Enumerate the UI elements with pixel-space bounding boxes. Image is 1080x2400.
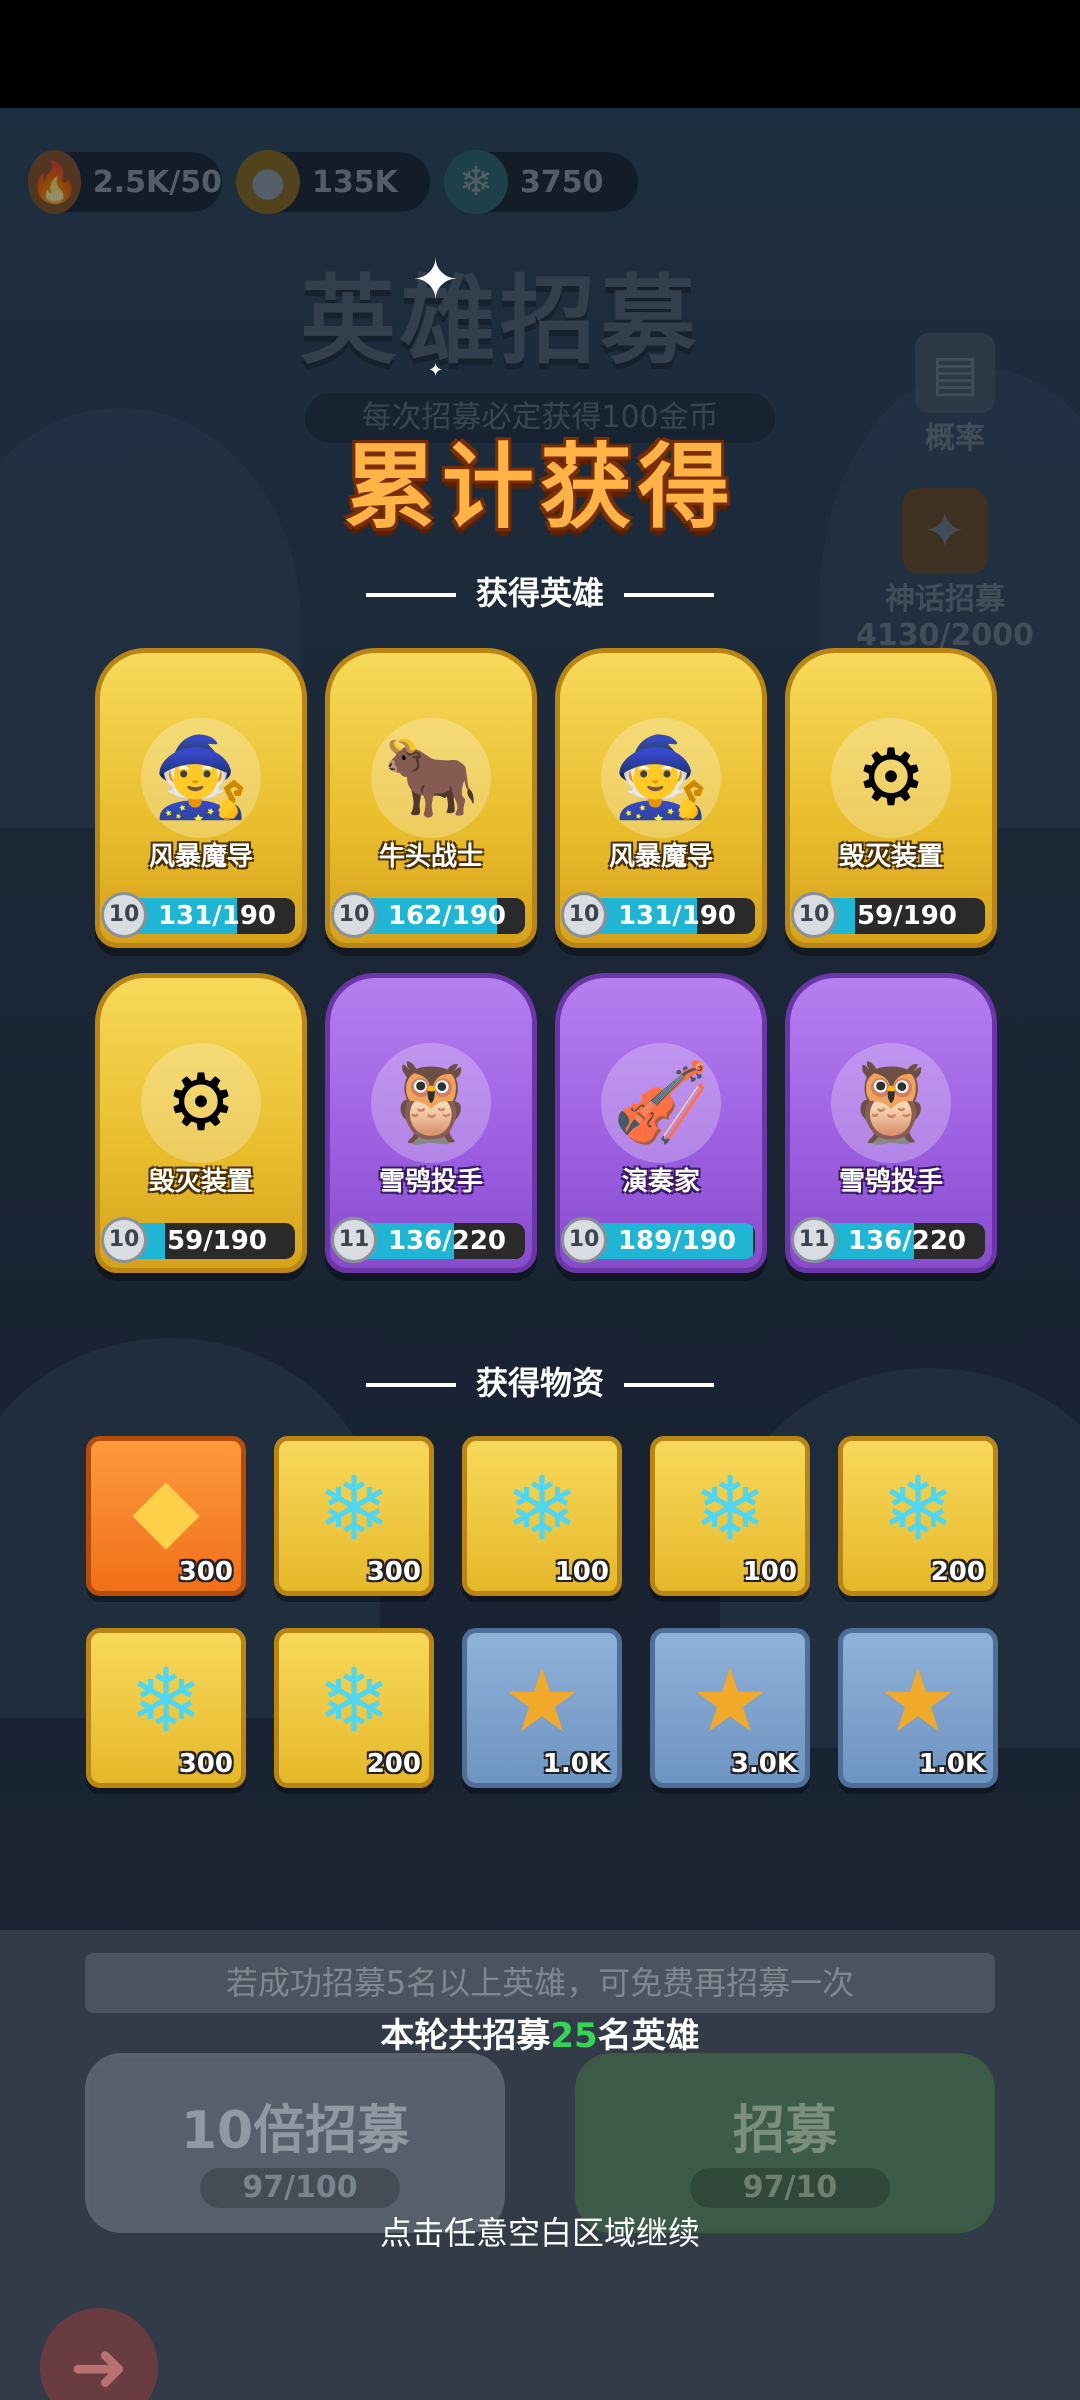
item-quantity: 100 (742, 1557, 797, 1587)
reward-item[interactable]: ❄ 300 (274, 1436, 434, 1596)
reward-item[interactable]: ❄ 200 (274, 1628, 434, 1788)
hero-name: 风暴魔导 (148, 842, 253, 872)
cumulative-reward-title: 累计获得 (343, 434, 736, 541)
hero-card[interactable]: 🐂 牛头战士 10 162/190 (325, 648, 537, 948)
reward-item[interactable]: ❄ 100 (462, 1436, 622, 1596)
hero-level-badge: 10 (561, 892, 607, 938)
hero-card[interactable]: 🦉 雪鸮投手 11 136/220 (325, 973, 537, 1273)
hero-level-badge: 11 (791, 1217, 837, 1263)
coin-icon: ★ (690, 1648, 770, 1752)
ten-recruit-cost: 97/100 (200, 2168, 400, 2208)
hero-shard-count: 136/220 (847, 1226, 967, 1256)
divider (624, 593, 714, 597)
divider (365, 593, 456, 597)
reward-item[interactable]: ★ 3.0K (650, 1628, 810, 1788)
item-quantity: 300 (178, 1749, 233, 1779)
heroes-section-label: 获得英雄 (475, 574, 604, 612)
hero-shard-count: 162/190 (387, 901, 507, 931)
hero-name: 毁灭装置 (838, 842, 943, 872)
recruit-label: 招募 (732, 2101, 837, 2161)
divider (624, 1383, 714, 1387)
hero-name: 雪鸮投手 (838, 1167, 943, 1197)
hero-name: 毁灭装置 (148, 1167, 253, 1197)
crystal-icon: ❄ (505, 1456, 579, 1560)
hero-shard-count: 59/190 (167, 1226, 267, 1256)
heroes-section-header: 获得英雄 (0, 568, 1080, 614)
ten-recruit-label: 10倍招募 (180, 2101, 410, 2161)
hero-card[interactable]: ⚙ 毁灭装置 10 59/190 (785, 648, 997, 948)
reward-item[interactable]: ❄ 300 (86, 1628, 246, 1788)
hero-card[interactable]: 🧙 风暴魔导 10 131/190 (555, 648, 767, 948)
hero-shard-count: 136/220 (387, 1226, 507, 1256)
summary-suffix: 名英雄 (597, 2016, 700, 2056)
items-section-header: 获得物资 (0, 1358, 1080, 1404)
ten-recruit-button[interactable]: 10倍招募 97/100 (85, 2053, 505, 2233)
hero-shard-count: 131/190 (157, 901, 277, 931)
item-quantity: 3.0K (730, 1749, 797, 1779)
hero-card[interactable]: 🧙 风暴魔导 10 131/190 (95, 648, 307, 948)
wizard-icon: 🧙 (601, 718, 721, 838)
hero-card[interactable]: 🎻 演奏家 10 189/190 (555, 973, 767, 1273)
hero-name: 风暴魔导 (608, 842, 713, 872)
hero-card[interactable]: 🦉 雪鸮投手 11 136/220 (785, 973, 997, 1273)
item-quantity: 1.0K (918, 1749, 985, 1779)
hero-name: 牛头战士 (378, 842, 483, 872)
summary-count: 25 (550, 2016, 598, 2056)
hero-shard-count: 189/190 (617, 1226, 737, 1256)
reward-item[interactable]: ★ 1.0K (462, 1628, 622, 1788)
reward-item[interactable]: ❄ 100 (650, 1436, 810, 1596)
cannon-icon: ⚙ (831, 718, 951, 838)
gem-icon: ◆ (132, 1456, 200, 1560)
hero-shard-count: 131/190 (617, 901, 737, 931)
coin-icon: ★ (502, 1648, 582, 1752)
hero-name: 雪鸮投手 (378, 1167, 483, 1197)
hero-level-badge: 10 (331, 892, 377, 938)
bard-icon: 🎻 (601, 1043, 721, 1163)
item-quantity: 200 (930, 1557, 985, 1587)
crystal-icon: ❄ (317, 1648, 391, 1752)
recruit-button[interactable]: 招募 97/10 (575, 2053, 995, 2233)
items-section-label: 获得物资 (475, 1364, 604, 1402)
free-recruit-hint: 若成功招募5名以上英雄，可免费再招募一次 (85, 1953, 995, 2013)
recruit-summary: 本轮共招募25名英雄 (0, 2008, 1080, 2057)
hero-name: 演奏家 (621, 1167, 700, 1197)
item-quantity: 300 (366, 1557, 421, 1587)
owl-icon: 🦉 (371, 1043, 491, 1163)
crystal-icon: ❄ (129, 1648, 203, 1752)
sparkle-icon: ✦ (428, 360, 444, 381)
minotaur-icon: 🐂 (371, 718, 491, 838)
hero-level-badge: 10 (791, 892, 837, 938)
recruit-cost: 97/10 (690, 2168, 890, 2208)
sparkle-icon: ✦ (412, 248, 459, 313)
owl-icon: 🦉 (831, 1043, 951, 1163)
hero-level-badge: 11 (331, 1217, 377, 1263)
coin-icon: ★ (878, 1648, 958, 1752)
reward-item[interactable]: ★ 1.0K (838, 1628, 998, 1788)
divider (365, 1383, 456, 1387)
tap-to-continue[interactable]: 点击任意空白区域继续 (0, 2208, 1080, 2254)
reward-item[interactable]: ◆ 300 (86, 1436, 246, 1596)
item-quantity: 200 (366, 1749, 421, 1779)
reward-item[interactable]: ❄ 200 (838, 1436, 998, 1596)
item-quantity: 300 (178, 1557, 233, 1587)
item-quantity: 100 (554, 1557, 609, 1587)
crystal-icon: ❄ (693, 1456, 767, 1560)
game-screen: 🔥 2.5K/50 ● 135K ❄ 3750 英雄招募 每次招募必定获得100… (0, 108, 1080, 2400)
cannon-icon: ⚙ (141, 1043, 261, 1163)
hero-level-badge: 10 (561, 1217, 607, 1263)
item-quantity: 1.0K (542, 1749, 609, 1779)
hero-card[interactable]: ⚙ 毁灭装置 10 59/190 (95, 973, 307, 1273)
wizard-icon: 🧙 (141, 718, 261, 838)
hero-shard-count: 59/190 (857, 901, 957, 931)
crystal-icon: ❄ (317, 1456, 391, 1560)
summary-prefix: 本轮共招募 (380, 2016, 551, 2056)
crystal-icon: ❄ (881, 1456, 955, 1560)
hero-level-badge: 10 (101, 892, 147, 938)
hero-level-badge: 10 (101, 1217, 147, 1263)
